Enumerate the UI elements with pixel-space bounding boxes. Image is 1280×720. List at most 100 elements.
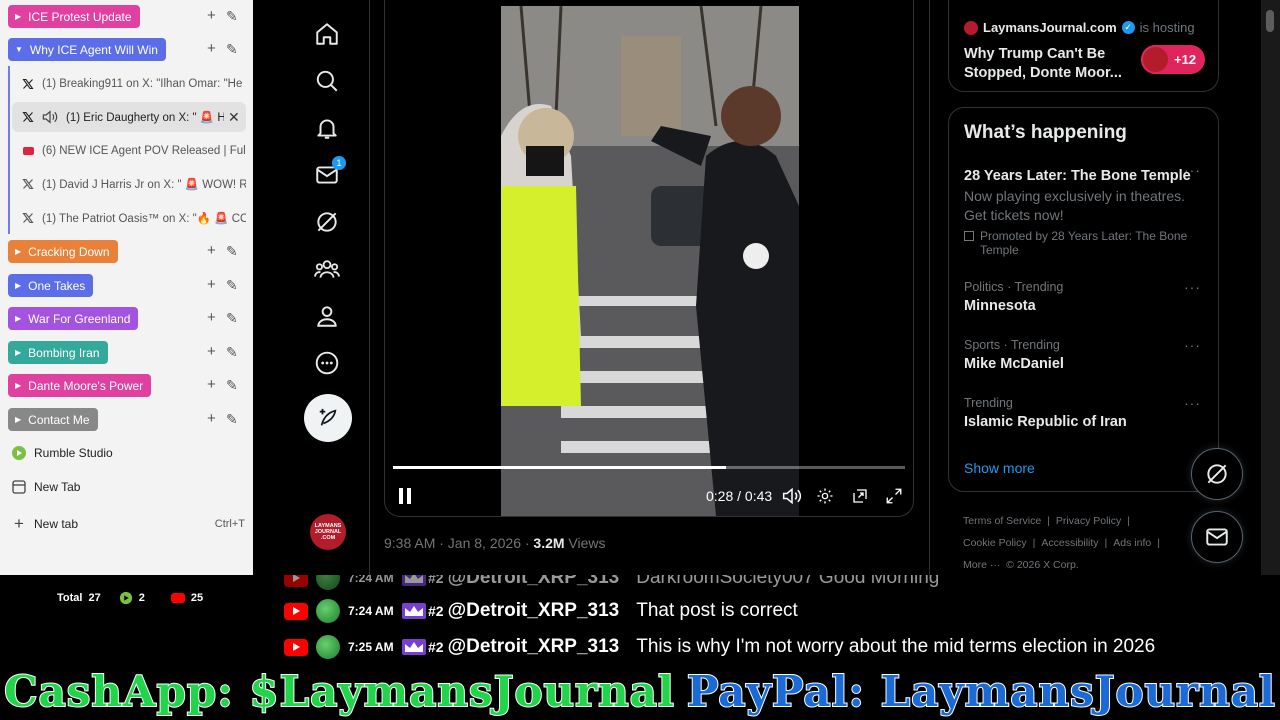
video-player[interactable]: 0:28 / 0:43 <box>384 0 914 517</box>
new-tab-page-icon <box>10 480 28 494</box>
browser-tab-sidebar: ▶ ICE Protest Update + ✎ ▼ Why ICE Agent W… <box>0 0 253 575</box>
more-link[interactable]: More ··· <box>963 559 1000 571</box>
tab-item-rumble-studio[interactable]: Rumble Studio <box>10 440 113 466</box>
show-more-link[interactable]: Show more <box>964 460 1035 476</box>
tab-item-new-tab[interactable]: New Tab <box>10 474 80 500</box>
chat-message: 7:24 AM #2 @Detroit_XRP_313 That post is… <box>284 596 798 626</box>
terms-link[interactable]: Terms of Service <box>963 515 1041 527</box>
tab-group-pill[interactable]: ▶ Bombing Iran <box>8 341 108 364</box>
more-options-icon[interactable]: ··· <box>1184 279 1201 295</box>
rumble-logo-icon <box>119 591 132 605</box>
edit-pencil-icon[interactable]: ✎ <box>226 377 238 393</box>
bell-icon[interactable] <box>314 115 342 143</box>
add-tab-icon[interactable]: + <box>207 41 216 57</box>
tab-group-contact-me[interactable]: ▶ Contact Me + ✎ <box>0 404 253 434</box>
pip-button[interactable] <box>851 484 869 508</box>
add-tab-icon[interactable]: + <box>207 411 216 427</box>
tab-group-pill[interactable]: ▶ War For Greenland <box>8 307 139 330</box>
compose-post-button[interactable] <box>304 394 352 442</box>
cashapp-text: CashApp: $LaymansJournal <box>3 666 675 717</box>
x-logo-icon <box>20 176 36 192</box>
column-divider <box>929 0 930 575</box>
more-options-icon[interactable]: ··· <box>1184 395 1201 411</box>
fullscreen-icon <box>886 488 902 504</box>
close-icon[interactable]: ✕ <box>228 109 240 126</box>
tab-group-war-for-greenland[interactable]: ▶ War For Greenland + ✎ <box>0 303 253 333</box>
more-options-icon[interactable]: ··· <box>1184 162 1201 178</box>
pause-button[interactable] <box>397 484 413 508</box>
volume-button[interactable] <box>782 484 802 508</box>
tab-item[interactable]: (1) David J Harris Jr on X: " 🚨 WOW! Re <box>12 169 246 199</box>
cookie-link[interactable]: Cookie Policy <box>963 537 1027 549</box>
more-options-icon[interactable]: ··· <box>1184 337 1201 353</box>
add-tab-icon[interactable]: + <box>207 310 216 326</box>
edit-pencil-icon[interactable]: ✎ <box>226 344 238 360</box>
avatar <box>316 599 340 623</box>
footer-links: Terms of Service | Privacy Policy | Cookie … <box>963 515 1160 571</box>
ads-info-link[interactable]: Ads info <box>1113 537 1151 549</box>
add-tab-icon[interactable]: + <box>207 277 216 293</box>
copyright: © 2026 X Corp. <box>1006 559 1079 571</box>
add-tab-icon[interactable]: + <box>207 8 216 24</box>
space-listeners[interactable]: +12 <box>1141 45 1205 74</box>
tab-group-pill[interactable]: ▶ Dante Moore's Power <box>8 374 152 397</box>
tab-group-pill[interactable]: ▼ Why ICE Agent Will Win <box>8 38 166 61</box>
trend-item[interactable]: Sports · Trending Mike McDaniel ··· <box>964 337 1204 372</box>
messages-float-button[interactable] <box>1191 511 1243 563</box>
pause-icon <box>399 488 411 504</box>
tab-group-cracking-down[interactable]: ▶ Cracking Down + ✎ <box>0 236 253 266</box>
rumble-logo-icon <box>10 445 28 461</box>
edit-pencil-icon[interactable]: ✎ <box>226 243 238 259</box>
video-progress-bar[interactable] <box>393 466 905 469</box>
tab-item[interactable]: (1) Breaking911 on X: "Ilhan Omar: "He <box>12 69 246 99</box>
tab-item-active[interactable]: (1) Eric Daugherty on X: " 🚨 HO ✕ <box>12 102 246 132</box>
add-tab-icon[interactable]: + <box>207 243 216 259</box>
trend-item[interactable]: Politics · Trending Minnesota ··· <box>964 279 1204 314</box>
add-tab-icon[interactable]: + <box>207 344 216 360</box>
edit-pencil-icon[interactable]: ✎ <box>226 8 238 24</box>
edit-pencil-icon[interactable]: ✎ <box>226 411 238 427</box>
home-icon[interactable] <box>314 21 342 49</box>
paypal-text: PayPal: LaymansJournal <box>686 666 1276 717</box>
more-circle-icon[interactable] <box>314 350 342 378</box>
communities-icon[interactable] <box>314 256 342 284</box>
accessibility-link[interactable]: Accessibility <box>1041 537 1098 549</box>
video-frame[interactable] <box>501 6 799 516</box>
tab-group-why-ice-agent-will-win[interactable]: ▼ Why ICE Agent Will Win + ✎ <box>0 34 253 64</box>
tab-group-pill[interactable]: ▶ Cracking Down <box>8 240 118 263</box>
x-logo-icon <box>20 109 36 125</box>
edit-pencil-icon[interactable]: ✎ <box>226 310 238 326</box>
privacy-link[interactable]: Privacy Policy <box>1056 515 1121 527</box>
tab-group-dante-moores-power[interactable]: ▶ Dante Moore's Power + ✎ <box>0 370 253 400</box>
fullscreen-button[interactable] <box>885 484 903 508</box>
add-tab-icon[interactable]: + <box>207 377 216 393</box>
speaker-icon[interactable] <box>42 110 58 124</box>
search-icon[interactable] <box>314 68 342 96</box>
caret-right-icon: ▶ <box>15 415 22 424</box>
tab-group-one-takes[interactable]: ▶ One Takes + ✎ <box>0 270 253 300</box>
tab-group-pill[interactable]: ▶ Contact Me <box>8 408 98 431</box>
x-app-window: 1 LAYMANS JOURNAL .COM 0:28 / 0:43 9:38 … <box>253 0 1280 575</box>
tab-group-pill[interactable]: ▶ ICE Protest Update <box>8 5 140 28</box>
youtube-logo-icon <box>284 638 308 656</box>
live-space-card[interactable]: LaymansJournal.com ✓ is hosting Why Trum… <box>948 0 1219 92</box>
messages-icon[interactable]: 1 <box>314 156 346 190</box>
promoted-trend[interactable]: 28 Years Later: The Bone Temple Now play… <box>964 162 1204 257</box>
tab-group-pill[interactable]: ▶ One Takes <box>8 274 94 297</box>
scrollbar-thumb[interactable] <box>1266 10 1274 32</box>
settings-button[interactable] <box>816 484 834 508</box>
youtube-count: 25 <box>190 592 204 604</box>
trend-item[interactable]: Trending Islamic Republic of Iran ··· <box>964 395 1204 430</box>
account-avatar[interactable]: LAYMANS JOURNAL .COM <box>310 514 346 550</box>
edit-pencil-icon[interactable]: ✎ <box>226 277 238 293</box>
tab-item[interactable]: (1) The Patriot Oasis™ on X: "🔥 🚨 CO <box>12 203 246 233</box>
tab-item[interactable]: (6) NEW ICE Agent POV Released | Full <box>12 136 246 166</box>
new-tab-button[interactable]: + New tab Ctrl+T <box>10 511 245 537</box>
edit-pencil-icon[interactable]: ✎ <box>226 41 238 57</box>
tab-group-ice-protest-update[interactable]: ▶ ICE Protest Update + ✎ <box>0 1 253 31</box>
profile-icon[interactable] <box>314 303 342 331</box>
grok-float-button[interactable] <box>1191 448 1243 500</box>
page-scrollbar[interactable] <box>1261 0 1280 575</box>
tab-group-bombing-iran[interactable]: ▶ Bombing Iran + ✎ <box>0 337 253 367</box>
grok-icon[interactable] <box>314 209 342 237</box>
